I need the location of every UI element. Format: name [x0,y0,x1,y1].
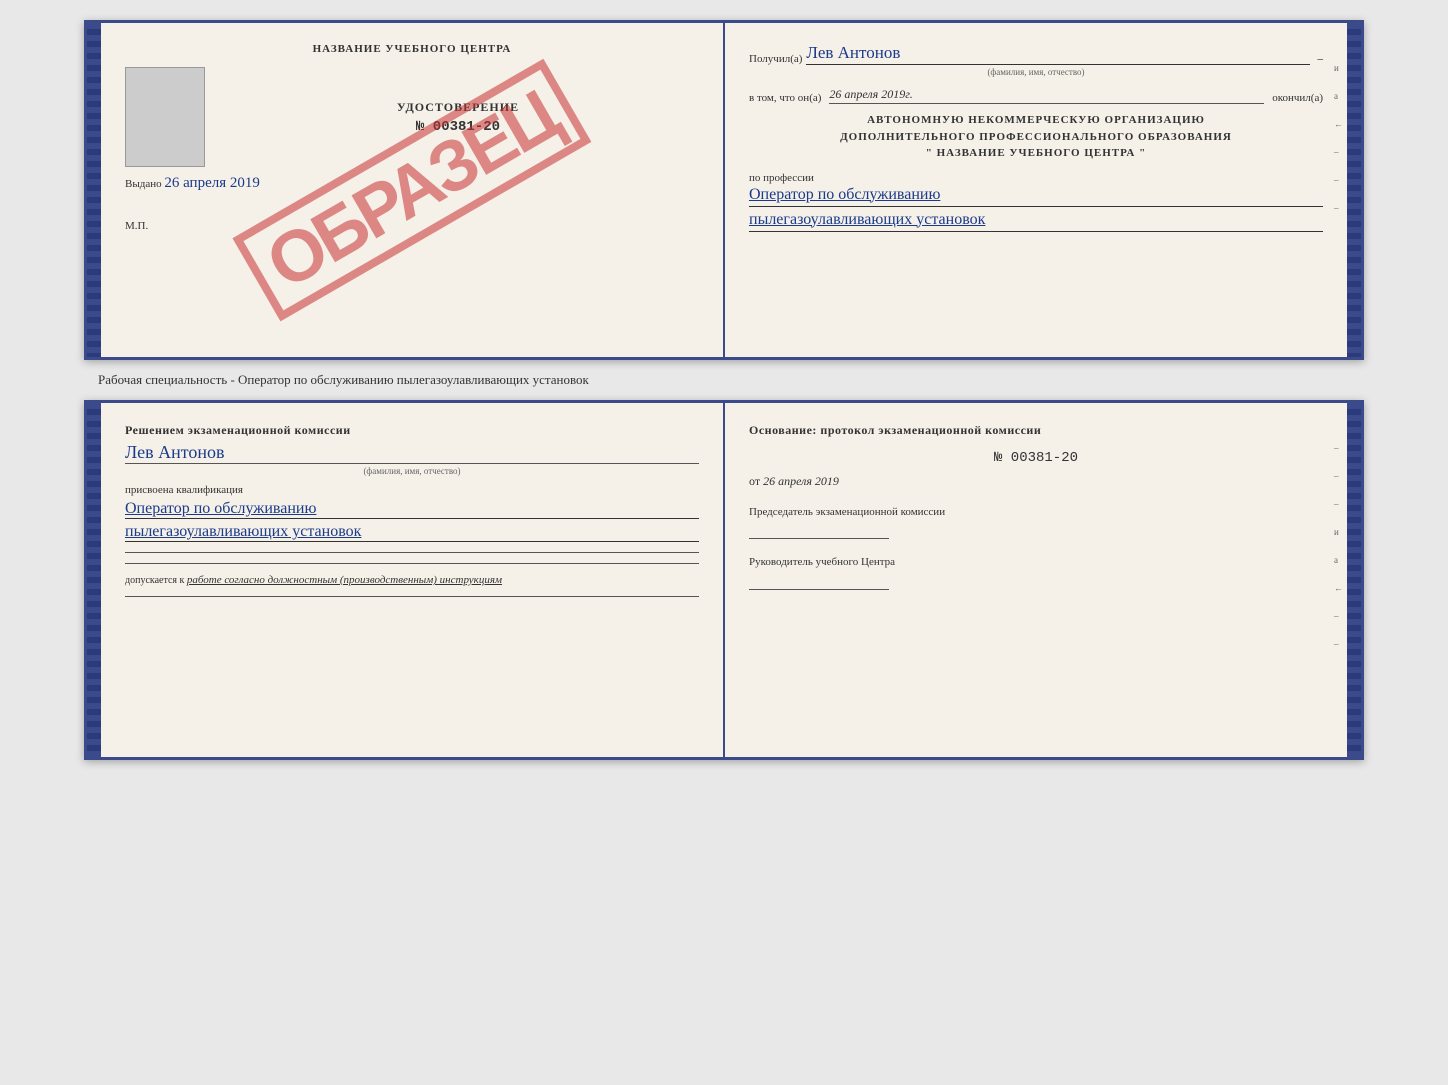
date-value: 26 апреля 2019г. [829,87,1264,104]
subtitle-text: Рабочая специальность - Оператор по обсл… [98,372,589,388]
cert-middle: УДОСТОВЕРЕНИЕ № 00381-20 [217,67,699,167]
bottom-spine-left [87,403,101,757]
document-wrapper: НАЗВАНИЕ УЧЕБНОГО ЦЕНТРА УДОСТОВЕРЕНИЕ №… [84,20,1364,760]
top-book-left-page: НАЗВАНИЕ УЧЕБНОГО ЦЕНТРА УДОСТОВЕРЕНИЕ №… [101,23,725,357]
fio-hint-top: (фамилия, имя, отчество) [749,67,1323,77]
org-line1: АВТОНОМНУЮ НЕКОММЕРЧЕСКУЮ ОРГАНИЗАЦИЮ [749,112,1323,129]
org-line3: " НАЗВАНИЕ УЧЕБНОГО ЦЕНТРА " [749,145,1323,162]
received-name: Лев Антонов [806,43,1309,65]
bottom-left-page: Решением экзаменационной комиссии Лев Ан… [101,403,725,757]
top-book-content: НАЗВАНИЕ УЧЕБНОГО ЦЕНТРА УДОСТОВЕРЕНИЕ №… [101,23,1347,357]
bottom-name: Лев Антонов [125,442,699,464]
chairman-block: Председатель экзаменационной комиссии [749,505,1323,539]
cert-photo [125,67,205,167]
bottom-book: Решением экзаменационной комиссии Лев Ан… [84,400,1364,760]
commission-text: Решением экзаменационной комиссии [125,423,699,438]
profession-line1: Оператор по обслуживанию [749,186,1323,207]
empty-line-1 [125,552,699,553]
book-spine-right [1347,23,1361,357]
cert-box: УДОСТОВЕРЕНИЕ № 00381-20 [125,67,699,167]
cert-label: УДОСТОВЕРЕНИЕ [397,100,519,115]
director-label: Руководитель учебного Центра [749,555,1323,570]
org-name-block: АВТОНОМНУЮ НЕКОММЕРЧЕСКУЮ ОРГАНИЗАЦИЮ ДО… [749,112,1323,162]
qualification-line2: пылегазоулавливающих установок [125,523,699,542]
cert-school-title: НАЗВАНИЕ УЧЕБНОГО ЦЕНТРА [125,43,699,55]
qualification-line1: Оператор по обслуживанию [125,500,699,519]
assigned-text: присвоена квалификация [125,484,699,496]
protocol-date: 26 апреля 2019 [763,474,839,488]
side-marks-bottom: – – – и а ← – – [1334,443,1343,649]
допускается-block: допускается к работе согласно должностны… [125,574,699,586]
cert-issued-area: Выдано 26 апреля 2019 [125,175,699,192]
bottom-right-page: Основание: протокол экзаменационной коми… [725,403,1347,757]
cert-issued-label: Выдано [125,178,162,190]
chairman-label: Председатель экзаменационной комиссии [749,505,1323,520]
director-block: Руководитель учебного Центра [749,555,1323,589]
cert-issued-date: 26 апреля 2019 [164,175,260,191]
cert-mp: М.П. [125,220,699,232]
profession-line2: пылегазоулавливающих установок [749,211,1323,232]
in-that-label: в том, что он(а) [749,92,821,104]
top-book-right-page: Получил(а) Лев Антонов – (фамилия, имя, … [725,23,1347,357]
empty-line-3 [125,596,699,597]
protocol-date-row: от 26 апреля 2019 [749,474,1323,489]
osnov-text: Основание: протокол экзаменационной коми… [749,423,1323,438]
допускается-value: работе согласно должностным (производств… [187,574,502,586]
director-sig-line [749,589,889,590]
side-marks-top: и а ← – – – [1334,63,1343,213]
protocol-date-prefix: от [749,474,760,488]
bottom-spine-right [1347,403,1361,757]
chairman-sig-line [749,538,889,539]
in-that-row: в том, что он(а) 26 апреля 2019г. окончи… [749,87,1323,104]
profession-label: по профессии [749,172,1323,184]
empty-line-2 [125,563,699,564]
fio-hint-bottom: (фамилия, имя, отчество) [125,466,699,476]
finished-label: окончил(а) [1272,92,1323,104]
received-field: Получил(а) Лев Антонов – [749,43,1323,65]
cert-number: № 00381-20 [416,119,500,135]
org-line2: ДОПОЛНИТЕЛЬНОГО ПРОФЕССИОНАЛЬНОГО ОБРАЗО… [749,129,1323,146]
top-book: НАЗВАНИЕ УЧЕБНОГО ЦЕНТРА УДОСТОВЕРЕНИЕ №… [84,20,1364,360]
received-label: Получил(а) [749,53,802,65]
book-spine-left [87,23,101,357]
protocol-number: № 00381-20 [749,450,1323,466]
допускается-prefix: допускается к [125,575,184,586]
